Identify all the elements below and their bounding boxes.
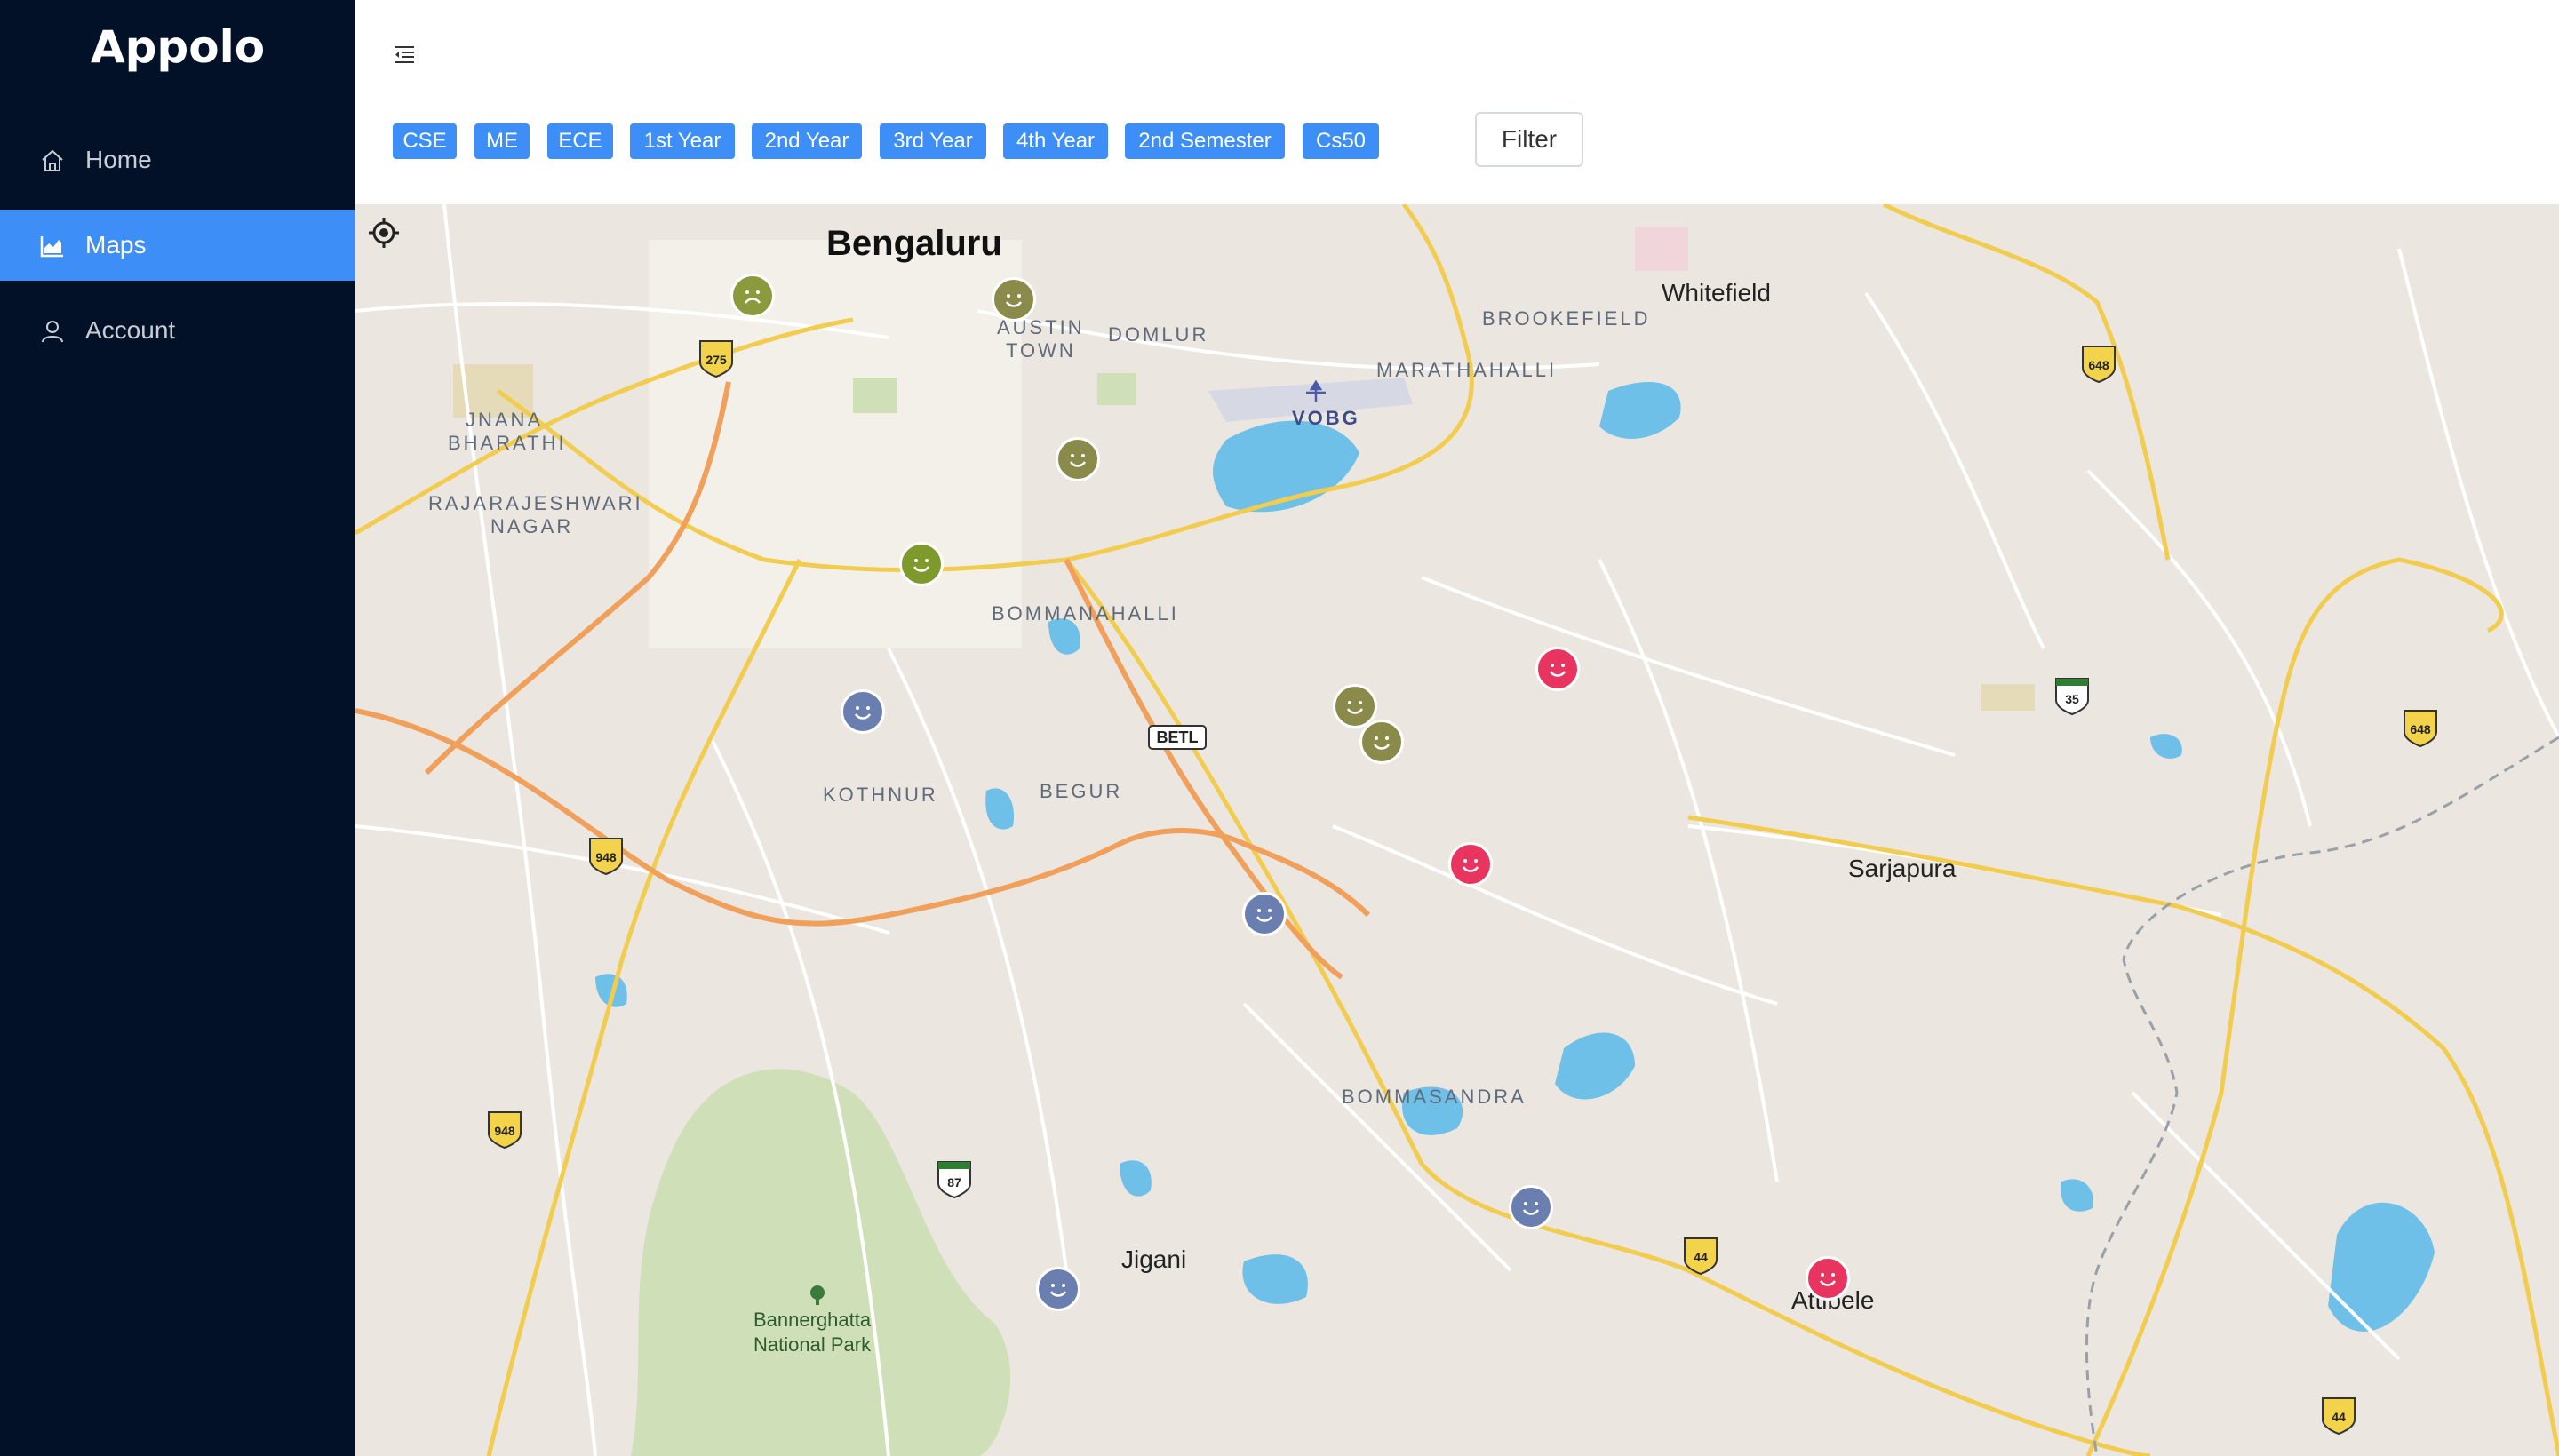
label-brookefield: BROOKEFIELD — [1482, 307, 1651, 330]
map-marker-happy[interactable] — [1056, 437, 1100, 481]
map-marker-happy[interactable] — [841, 689, 885, 734]
map-marker-happy[interactable] — [899, 542, 944, 586]
filter-chip-me[interactable]: ME — [474, 123, 530, 159]
happy-face-icon — [1005, 294, 1023, 307]
filter-chip-cs50[interactable]: Cs50 — [1303, 123, 1379, 159]
shield-number: 948 — [494, 1124, 515, 1138]
highway-shield-icon: 948 — [485, 1109, 524, 1150]
map-marker-happy[interactable] — [1535, 647, 1580, 691]
happy-face-icon — [1346, 701, 1364, 714]
app-logo[interactable]: Appolo — [0, 21, 355, 73]
happy-face-icon — [1069, 454, 1087, 467]
happy-face-icon — [854, 706, 872, 720]
user-icon — [42, 321, 63, 343]
happy-face-icon — [1373, 736, 1391, 750]
home-icon — [42, 149, 63, 171]
filter-chip-2nd-year[interactable]: 2nd Year — [752, 123, 862, 159]
shield-number: 275 — [706, 353, 727, 367]
label-park-1: Bannerghatta — [753, 1309, 872, 1331]
label-jnana-bharathi-2: BHARATHI — [448, 432, 567, 454]
map-marker-happy[interactable] — [1448, 842, 1493, 887]
sidebar-item-label: Account — [85, 316, 176, 344]
map-marker-happy[interactable] — [1036, 1267, 1080, 1311]
map-base-layer — [355, 204, 2559, 1456]
map-marker-happy[interactable] — [1359, 720, 1404, 764]
highway-shield-icon: 948 — [586, 835, 626, 876]
filter-chip-2nd-semester[interactable]: 2nd Semester — [1125, 123, 1285, 159]
filter-chip-1st-year[interactable]: 1st Year — [630, 123, 735, 159]
sidebar-item-home[interactable]: Home — [0, 124, 355, 195]
label-bengaluru: Bengaluru — [826, 224, 1002, 263]
filter-chip-cse[interactable]: CSE — [393, 123, 457, 159]
label-jigani: Jigani — [1121, 1245, 1187, 1273]
map-marker-happy[interactable] — [992, 277, 1036, 322]
map-marker-happy[interactable] — [1242, 892, 1287, 936]
filter-chip-3rd-year[interactable]: 3rd Year — [880, 123, 986, 159]
shield-number: 648 — [2088, 358, 2109, 372]
map-marker-happy[interactable] — [1806, 1256, 1850, 1301]
happy-face-icon — [1049, 1284, 1067, 1297]
label-whitefield: Whitefield — [1662, 279, 1771, 306]
menu-fold-icon[interactable] — [391, 41, 418, 68]
sidebar-item-account[interactable]: Account — [0, 295, 355, 366]
sidebar-item-label: Home — [85, 146, 152, 173]
label-park-2: National Park — [753, 1333, 872, 1356]
label-domlur: DOMLUR — [1108, 323, 1209, 346]
highway-shield-icon: 87 — [935, 1158, 974, 1199]
filter-chip-4th-year[interactable]: 4th Year — [1003, 123, 1108, 159]
sidebar-item-label: Maps — [85, 231, 147, 259]
map-marker-sad[interactable] — [730, 274, 775, 318]
label-sarjapura: Sarjapura — [1848, 855, 1957, 882]
label-jnana-bharathi-1: JNANA — [466, 409, 544, 431]
label-bommanahalli: BOMMANAHALLI — [992, 602, 1179, 625]
shield-number: 948 — [595, 850, 617, 864]
map-view[interactable]: Bengaluru AUSTIN TOWN DOMLUR BROOKEFIELD… — [355, 204, 2559, 1456]
highway-shield-icon: 35 — [2053, 675, 2092, 716]
label-vobg: VOBG — [1292, 407, 1360, 429]
label-austin-town-2: TOWN — [1006, 339, 1076, 362]
map-marker-happy[interactable] — [1509, 1185, 1553, 1229]
locate-icon[interactable] — [366, 215, 402, 251]
happy-face-icon — [1819, 1273, 1837, 1286]
label-kothnur: KOTHNUR — [823, 784, 938, 806]
sidebar: Appolo Home Maps Account — [0, 0, 355, 1456]
happy-face-icon — [1462, 859, 1479, 872]
label-rajarajeshwari-2: NAGAR — [490, 515, 574, 537]
chart-icon — [40, 236, 63, 258]
label-betl: BETL — [1148, 725, 1207, 750]
highway-shield-icon: 648 — [2079, 343, 2118, 384]
highway-shield-icon: 275 — [697, 338, 736, 378]
highway-shield-icon: 648 — [2401, 707, 2440, 748]
shield-number: 44 — [2332, 1410, 2346, 1424]
happy-face-icon — [1522, 1202, 1540, 1215]
highway-shield-icon: 44 — [1681, 1235, 1720, 1276]
sad-face-icon — [744, 290, 761, 304]
highway-shield-icon: 44 — [2319, 1395, 2358, 1436]
filter-button[interactable]: Filter — [1475, 112, 1583, 167]
label-begur: BEGUR — [1040, 780, 1123, 802]
happy-face-icon — [1256, 909, 1273, 922]
happy-face-icon — [913, 559, 930, 572]
happy-face-icon — [1549, 664, 1566, 677]
shield-number: 87 — [947, 1175, 961, 1189]
label-marathahalli: MARATHAHALLI — [1376, 359, 1558, 381]
shield-number: 44 — [1694, 1250, 1708, 1264]
shield-number: 35 — [2065, 692, 2079, 706]
label-rajarajeshwari-1: RAJARAJESHWARI — [428, 492, 643, 514]
label-bommasandra: BOMMASANDRA — [1342, 1086, 1527, 1108]
sidebar-item-maps[interactable]: Maps — [0, 210, 355, 281]
filter-chip-ece[interactable]: ECE — [547, 123, 613, 159]
top-bar: CSE ME ECE 1st Year 2nd Year 3rd Year 4t… — [355, 0, 2559, 204]
shield-number: 648 — [2410, 722, 2431, 736]
